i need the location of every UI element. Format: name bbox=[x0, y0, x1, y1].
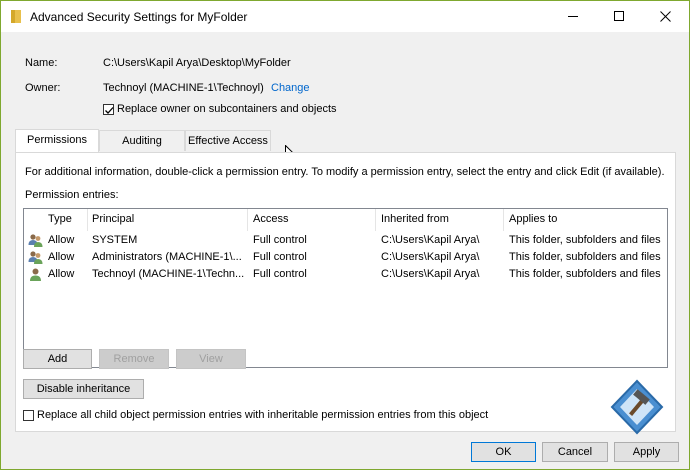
ok-button[interactable]: OK bbox=[471, 442, 536, 462]
permission-entries-list[interactable]: Type Principal Access Inherited from App… bbox=[23, 208, 668, 368]
replace-owner-checkbox[interactable] bbox=[103, 104, 114, 115]
cell-principal: Technoyl (MACHINE-1\Techn... bbox=[92, 268, 244, 280]
replace-child-entries-label: Replace all child object permission entr… bbox=[37, 409, 489, 421]
list-header: Type Principal Access Inherited from App… bbox=[24, 209, 667, 231]
close-icon bbox=[660, 11, 671, 22]
dialog-content: Name: C:\Users\Kapil Arya\Desktop\MyFold… bbox=[1, 32, 689, 469]
cancel-button[interactable]: Cancel bbox=[542, 442, 608, 462]
name-label: Name: bbox=[25, 57, 58, 69]
owner-label: Owner: bbox=[25, 82, 61, 94]
permissions-info-text: For additional information, double-click… bbox=[25, 166, 665, 178]
advanced-security-window: Advanced Security Settings for MyFolder … bbox=[0, 0, 690, 470]
title-bar[interactable]: Advanced Security Settings for MyFolder bbox=[1, 1, 689, 32]
user-group-icon bbox=[28, 251, 43, 264]
minimize-button[interactable] bbox=[551, 1, 597, 32]
maximize-icon bbox=[614, 11, 624, 21]
checkmark-icon bbox=[105, 107, 114, 114]
cell-type: Allow bbox=[48, 268, 75, 280]
cell-access: Full control bbox=[253, 234, 307, 246]
cell-type: Allow bbox=[48, 234, 75, 246]
cell-principal: SYSTEM bbox=[92, 234, 138, 246]
add-button[interactable]: Add bbox=[23, 349, 92, 369]
name-value: C:\Users\Kapil Arya\Desktop\MyFolder bbox=[103, 57, 291, 69]
table-row[interactable]: Allow Technoyl (MACHINE-1\Techn... Full … bbox=[24, 266, 667, 283]
column-header-type[interactable]: Type bbox=[43, 209, 72, 231]
table-row[interactable]: Allow Administrators (MACHINE-1\... Full… bbox=[24, 249, 667, 266]
cell-access: Full control bbox=[253, 251, 307, 263]
close-button[interactable] bbox=[643, 1, 689, 32]
user-group-icon bbox=[28, 234, 43, 247]
column-header-principal[interactable]: Principal bbox=[87, 209, 134, 231]
replace-child-entries-checkbox[interactable] bbox=[23, 410, 34, 421]
minimize-icon bbox=[568, 16, 578, 17]
cell-principal: Administrators (MACHINE-1\... bbox=[92, 251, 242, 263]
folder-icon bbox=[11, 10, 21, 23]
tab-permissions[interactable]: Permissions bbox=[15, 129, 99, 152]
view-button[interactable]: View bbox=[176, 349, 246, 369]
disable-inheritance-button[interactable]: Disable inheritance bbox=[23, 379, 144, 399]
cell-access: Full control bbox=[253, 268, 307, 280]
cell-inherited-from: C:\Users\Kapil Arya\ bbox=[381, 251, 480, 263]
window-title: Advanced Security Settings for MyFolder bbox=[30, 10, 248, 24]
apply-button[interactable]: Apply bbox=[614, 442, 679, 462]
cell-applies-to: This folder, subfolders and files bbox=[509, 251, 661, 263]
cell-applies-to: This folder, subfolders and files bbox=[509, 268, 661, 280]
technoyl-logo-icon bbox=[610, 379, 664, 435]
permission-entries-label: Permission entries: bbox=[25, 189, 119, 201]
change-owner-link[interactable]: Change bbox=[271, 82, 310, 94]
column-header-inherited-from[interactable]: Inherited from bbox=[376, 209, 449, 231]
cell-inherited-from: C:\Users\Kapil Arya\ bbox=[381, 234, 480, 246]
replace-owner-label: Replace owner on subcontainers and objec… bbox=[117, 103, 337, 115]
tab-effective-access[interactable]: Effective Access bbox=[185, 130, 271, 151]
tab-auditing[interactable]: Auditing bbox=[99, 130, 185, 151]
user-icon bbox=[30, 268, 41, 281]
cell-type: Allow bbox=[48, 251, 75, 263]
remove-button[interactable]: Remove bbox=[99, 349, 169, 369]
owner-value: Technoyl (MACHINE-1\Technoyl) bbox=[103, 82, 264, 94]
column-header-applies-to[interactable]: Applies to bbox=[504, 209, 557, 231]
maximize-button[interactable] bbox=[597, 1, 643, 32]
column-header-access[interactable]: Access bbox=[248, 209, 288, 231]
cell-inherited-from: C:\Users\Kapil Arya\ bbox=[381, 268, 480, 280]
cell-applies-to: This folder, subfolders and files bbox=[509, 234, 661, 246]
table-row[interactable]: Allow SYSTEM Full control C:\Users\Kapil… bbox=[24, 232, 667, 249]
